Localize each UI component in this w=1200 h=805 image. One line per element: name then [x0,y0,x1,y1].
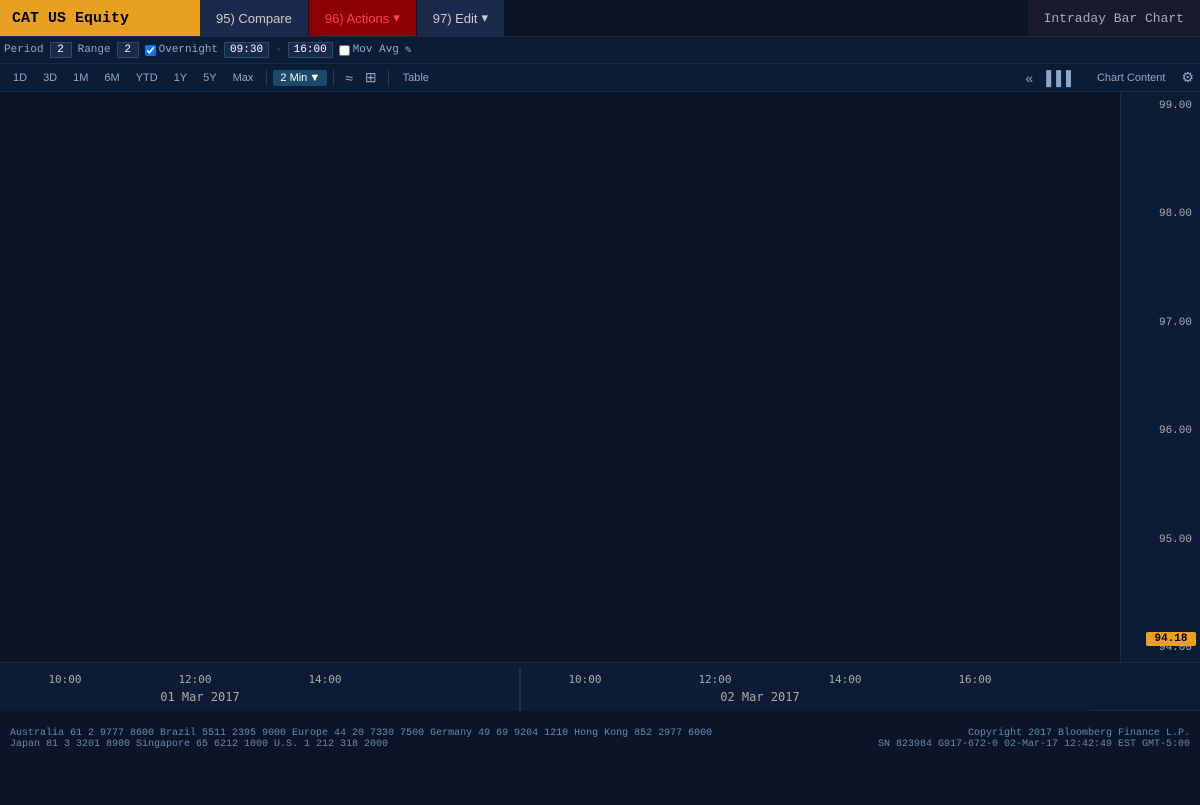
controls-bar: Period 2 Range 2 Overnight 09:30 - 16:00… [0,36,1200,64]
y-label-97: 97.00 [1125,317,1196,329]
edit-arrow-icon: ▾ [482,10,489,26]
tf-5y[interactable]: 5Y [196,70,223,86]
tf-1m[interactable]: 1M [66,70,95,86]
tf-separator3 [388,70,389,86]
compare-button[interactable]: 95) Compare [200,0,309,36]
timeframe-bar: 1D 3D 1M 6M YTD 1Y 5Y Max 2 Min ▼ ≈ ⊞ Ta… [0,64,1200,92]
chevron-left-btn[interactable]: « [1025,70,1033,86]
tf-3d[interactable]: 3D [36,70,64,86]
tf-1y[interactable]: 1Y [167,70,194,86]
x-axis-area: 10:00 12:00 14:00 01 Mar 2017 10:00 12:0… [0,662,1200,710]
tf-separator [266,70,267,86]
time-end[interactable]: 16:00 [288,42,333,58]
actions-label: 96) Actions [325,11,389,26]
footer-row1: Australia 61 2 9777 8600 Brazil 5511 239… [10,728,1190,739]
header-menu: 95) Compare 96) Actions ▾ 97) Edit ▾ [200,0,1028,36]
actions-arrow-icon: ▾ [393,10,400,26]
footer-serial: SN 823984 G917-672-0 02-Mar-17 12:42:49 … [878,739,1190,750]
chart-title-text: Intraday Bar Chart [1044,11,1184,26]
actions-button[interactable]: 96) Actions ▾ [309,0,417,36]
period-label: Period [4,44,44,56]
range-value[interactable]: 2 [117,42,139,58]
tf-1d[interactable]: 1D [6,70,34,86]
period-value[interactable]: 2 [50,42,72,58]
y-label-98: 98.00 [1125,208,1196,220]
range-label: Range [78,44,111,56]
chart-title: Intraday Bar Chart [1028,0,1200,36]
footer-row2: Japan 81 3 3201 8900 Singapore 65 6212 1… [10,739,1190,750]
chart-content-btn[interactable]: Chart Content [1089,70,1173,86]
tf-separator2 [333,70,334,86]
y-label-99: 99.00 [1125,100,1196,112]
ticker-text: CAT US Equity [12,10,129,27]
overnight-label: Overnight [159,44,218,56]
compare-label: 95) Compare [216,11,292,26]
svg-text:16:00: 16:00 [958,673,991,686]
svg-text:01 Mar 2017: 01 Mar 2017 [160,690,239,704]
tf-2min-active[interactable]: 2 Min ▼ [273,70,327,86]
y-label-current: 94.18 [1146,632,1196,646]
line-chart-type-btn[interactable]: ≈ [340,68,358,88]
table-button[interactable]: Table [395,70,437,86]
y-label-95: 95.00 [1125,534,1196,546]
tf-max[interactable]: Max [226,70,261,86]
edit-button[interactable]: 97) Edit ▾ [417,0,505,36]
overnight-check-input[interactable] [145,45,156,56]
svg-text:12:00: 12:00 [698,673,731,686]
time-start[interactable]: 09:30 [224,42,269,58]
mov-avg-label: Mov Avg [353,44,399,56]
tf-right-controls: « ▌▌▌ Chart Content ⚙ [1025,68,1194,88]
chart-wrapper: H -2.60% -2.515 Last Price 94.145 Close … [0,92,1200,662]
footer: Australia 61 2 9777 8600 Brazil 5511 239… [0,710,1200,766]
edit-label: 97) Edit [433,11,478,26]
svg-text:02 Mar 2017: 02 Mar 2017 [720,690,799,704]
svg-text:14:00: 14:00 [828,673,861,686]
bar-icon-btn[interactable]: ▌▌▌ [1041,68,1081,88]
edit-pencil-icon[interactable]: ✎ [405,43,412,57]
time-dash: - [275,44,282,56]
mov-avg-check-input[interactable] [339,45,350,56]
svg-text:10:00: 10:00 [48,673,81,686]
svg-text:12:00: 12:00 [178,673,211,686]
bar-chart-type-btn[interactable]: ⊞ [360,67,382,88]
y-axis: 99.00 98.00 97.00 96.00 95.00 94.00 94.1… [1120,92,1200,662]
gear-icon[interactable]: ⚙ [1181,69,1194,86]
x-axis-svg: 10:00 12:00 14:00 01 Mar 2017 10:00 12:0… [0,667,1090,711]
footer-contacts-row2: Japan 81 3 3201 8900 Singapore 65 6212 1… [10,739,388,750]
footer-copyright: Copyright 2017 Bloomberg Finance L.P. [968,728,1190,739]
svg-text:14:00: 14:00 [308,673,341,686]
footer-contacts-row1: Australia 61 2 9777 8600 Brazil 5511 239… [10,728,712,739]
header-bar: CAT US Equity 95) Compare 96) Actions ▾ … [0,0,1200,36]
tf-6m[interactable]: 6M [97,70,126,86]
y-label-96: 96.00 [1125,425,1196,437]
overnight-checkbox[interactable]: Overnight [145,44,218,56]
tf-ytd[interactable]: YTD [129,70,165,86]
svg-text:10:00: 10:00 [568,673,601,686]
ticker-label: CAT US Equity [0,0,200,36]
mov-avg-checkbox[interactable]: Mov Avg [339,44,399,56]
